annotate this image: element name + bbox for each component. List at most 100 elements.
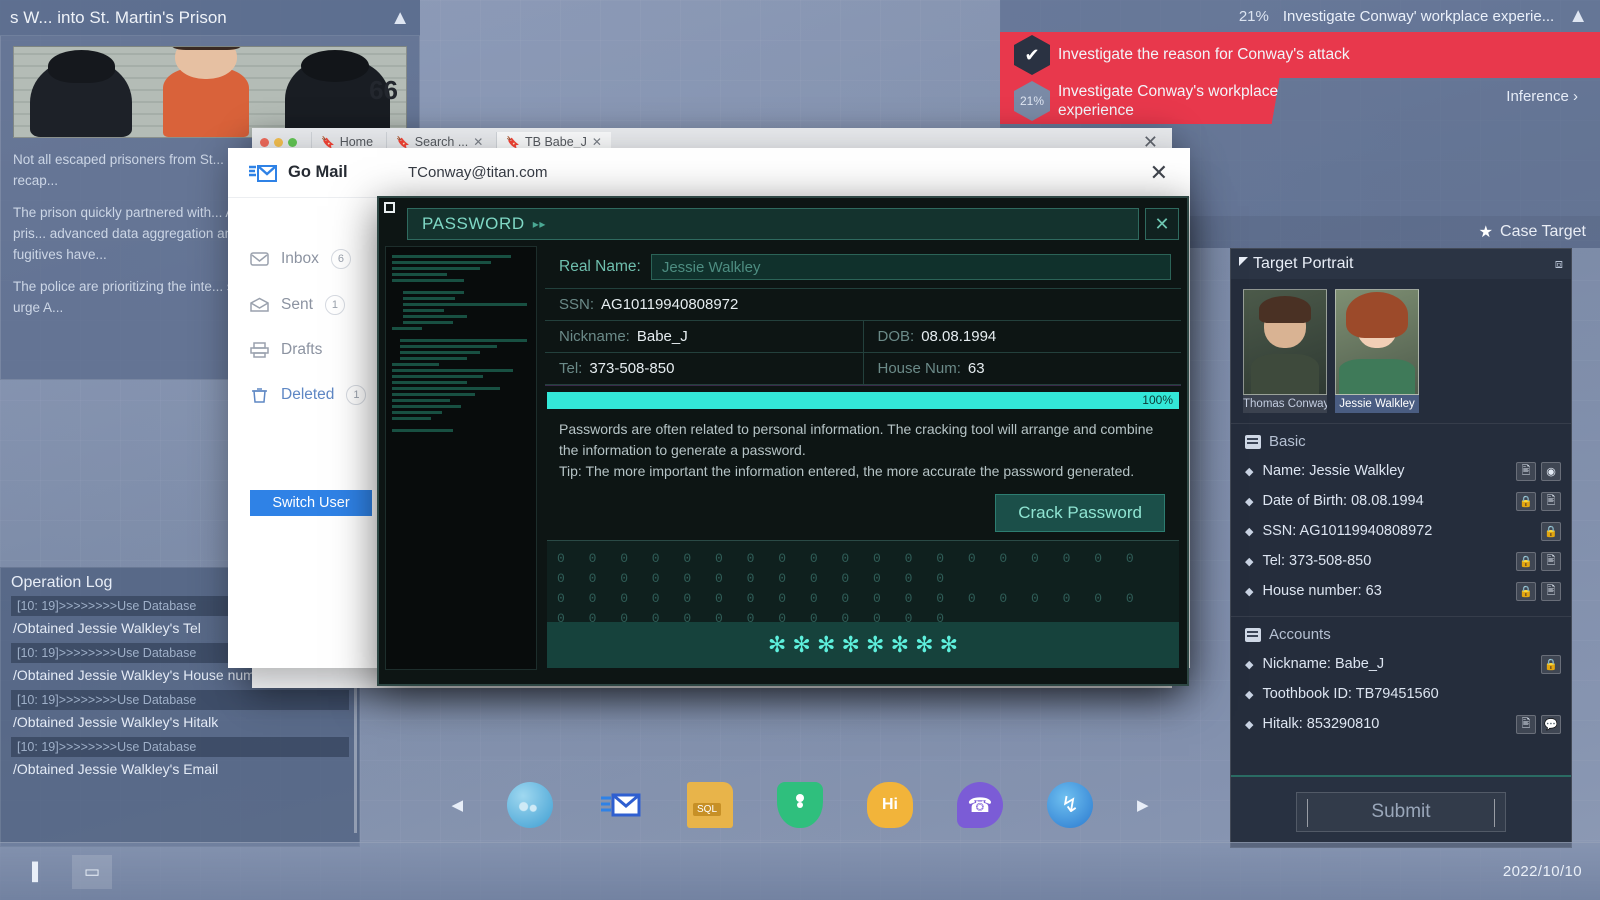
portrait-thomas-conway[interactable]: Thomas Conway	[1243, 289, 1327, 413]
sidebar-item-sent[interactable]: Sent 1	[228, 282, 380, 328]
maximize-dot-icon[interactable]	[288, 137, 297, 147]
trash-icon	[250, 387, 269, 403]
chevron-up-icon[interactable]: ▲	[1568, 6, 1588, 26]
binary-row: 0 0 0 0 0 0 0 0 0 0 0 0 0 0 0 0 0 0 0 0 …	[557, 551, 1142, 587]
lock-icon[interactable]: 🔒	[1541, 521, 1561, 541]
field-value: 373-508-850	[589, 360, 675, 377]
unread-count-badge: 6	[330, 249, 351, 269]
shield-key-icon[interactable]	[777, 782, 823, 828]
window-controls[interactable]	[260, 137, 297, 147]
sidebar-item-drafts[interactable]: Drafts	[228, 328, 380, 372]
bullet-icon: ◆	[1245, 718, 1254, 731]
close-icon[interactable]: ✕	[592, 135, 602, 149]
field-key: Tel:	[559, 360, 583, 377]
doc-icon[interactable]: 🖹	[1516, 714, 1536, 734]
taskbar-items: ▌ ▭	[18, 854, 112, 889]
info-row-house-number[interactable]: ◆ House number: 63 🔒 🖹	[1231, 576, 1571, 606]
chat-icon[interactable]: 💬	[1541, 714, 1561, 734]
quest-item-label: Investigate the reason for Conway's atta…	[1058, 46, 1350, 64]
section-header: Accounts	[1231, 624, 1571, 649]
mail-icon[interactable]	[597, 782, 643, 828]
page-title: Target Portrait	[1253, 255, 1354, 272]
list-item: [10: 19]>>>>>>>>Use Database /Obtained J…	[11, 690, 349, 732]
doc-icon[interactable]: 🖹	[1516, 461, 1536, 481]
close-icon[interactable]: ✕	[473, 135, 483, 149]
field-value: AG10119940808972	[601, 296, 739, 313]
section-header: Basic	[1231, 431, 1571, 456]
gomail-logo-icon	[248, 162, 278, 184]
progress-fill	[547, 392, 1179, 409]
chevron-up-icon[interactable]: ▲	[390, 8, 410, 28]
crack-password-button[interactable]: Crack Password	[995, 494, 1165, 532]
info-row-hitalk[interactable]: ◆ Hitalk: 853290810 🖹 💬	[1231, 709, 1571, 739]
info-value: Name: Jessie Walkley	[1262, 463, 1405, 479]
count-badge: 1	[324, 295, 345, 315]
bullet-icon: ◆	[1245, 688, 1254, 701]
field-nickname[interactable]: Nickname: Babe_J	[545, 321, 863, 352]
field-tel[interactable]: Tel: 373-508-850	[545, 353, 863, 384]
password-tool-form: Real Name: Jessie Walkley SSN: AG1011994…	[545, 246, 1181, 670]
doc-icon[interactable]: 🖹	[1541, 551, 1561, 571]
info-row-nickname[interactable]: ◆ Nickname: Babe_J 🔒	[1231, 649, 1571, 679]
section-accounts: Accounts ◆ Nickname: Babe_J 🔒 ◆ Toothboo…	[1231, 616, 1571, 739]
tab-label: TB Babe_J	[525, 135, 587, 149]
info-value: Nickname: Babe_J	[1262, 656, 1385, 672]
password-result-field[interactable]: ✻ ✻ ✻ ✻ ✻ ✻ ✻ ✻	[547, 622, 1179, 668]
phone-icon[interactable]: ☎	[957, 782, 1003, 828]
quest-item-label: Investigate Conway's workplace experienc…	[1058, 82, 1279, 119]
info-row-name[interactable]: ◆ Name: Jessie Walkley 🖹 ◉	[1231, 456, 1571, 486]
expand-icon[interactable]: ⧈	[1555, 256, 1563, 272]
taskbar: ▌ ▭ 2022/10/10	[0, 842, 1600, 900]
portrait-jessie-walkley[interactable]: Jessie Walkley	[1335, 289, 1419, 413]
lock-icon[interactable]: 🔒	[1516, 551, 1536, 571]
portrait-name: Jessie Walkley	[1335, 395, 1419, 413]
count-badge: 1	[346, 385, 367, 405]
id-card-icon	[1245, 434, 1261, 449]
field-key: SSN:	[559, 296, 595, 313]
doc-icon[interactable]: 🖹	[1541, 491, 1561, 511]
info-row-dob[interactable]: ◆ Date of Birth: 08.08.1994 🔒 🖹	[1231, 486, 1571, 516]
info-row-toothbook-id[interactable]: ◆ Toothbook ID: TB79451560	[1231, 679, 1571, 709]
info-value: SSN: AG10119940808972	[1262, 523, 1433, 539]
sent-icon	[250, 297, 269, 313]
info-row-ssn[interactable]: ◆ SSN: AG10119940808972 🔒	[1231, 516, 1571, 546]
close-icon[interactable]: ✕	[1145, 208, 1179, 240]
lock-icon[interactable]: 🔒	[1541, 654, 1561, 674]
bullet-icon: ◆	[1245, 465, 1254, 478]
target-portrait-card: Target Portrait ⧈ Thomas Conway Jessie W…	[1230, 248, 1572, 848]
title-text: PASSWORD	[422, 214, 525, 233]
quest-item-completed[interactable]: ✔ Investigate the reason for Conway's at…	[1000, 32, 1600, 78]
real-name-input[interactable]: Jessie Walkley	[650, 254, 1171, 280]
minimize-dot-icon[interactable]	[274, 137, 283, 147]
dock-prev-arrow-icon[interactable]: ◀	[451, 796, 463, 814]
close-icon[interactable]: ✕	[1150, 160, 1190, 186]
lock-icon[interactable]: 🔒	[1516, 491, 1536, 511]
close-dot-icon[interactable]	[260, 137, 269, 147]
switch-user-button[interactable]: Switch User	[250, 490, 372, 516]
field-ssn[interactable]: SSN: AG10119940808972	[545, 289, 1181, 320]
sidebar-item-label: Sent	[281, 296, 313, 313]
start-icon[interactable]: ▌	[18, 855, 58, 889]
terminal-icon[interactable]: ▭	[72, 854, 112, 889]
info-row-tel[interactable]: ◆ Tel: 373-508-850 🔒 🖹	[1231, 546, 1571, 576]
lock-icon[interactable]: 🔒	[1516, 581, 1536, 601]
doc-icon[interactable]: 🖹	[1541, 581, 1561, 601]
log-timestamp: [10: 19]>>>>>>>>Use Database	[11, 737, 349, 757]
field-dob[interactable]: DOB: 08.08.1994	[862, 321, 1182, 352]
table-row: Nickname: Babe_J DOB: 08.08.1994	[545, 321, 1181, 353]
hook-icon[interactable]: ↯	[1047, 782, 1093, 828]
dock-next-arrow-icon[interactable]: ▶	[1137, 796, 1149, 814]
browser-icon[interactable]	[507, 782, 553, 828]
field-house-num[interactable]: House Num: 63	[862, 353, 1182, 384]
hi-chat-icon[interactable]: Hi	[867, 782, 913, 828]
binary-grid: 0 0 0 0 0 0 0 0 0 0 0 0 0 0 0 0 0 0 0 0 …	[547, 540, 1179, 622]
window-corner-handle[interactable]	[384, 202, 395, 213]
sql-file-icon[interactable]	[687, 782, 733, 828]
inference-link[interactable]: Inference ›	[1506, 88, 1578, 105]
sidebar-item-inbox[interactable]: Inbox 6	[228, 236, 380, 282]
quest-strip: 21% Investigate Conway' workplace experi…	[1000, 0, 1600, 32]
app-dock: ◀ Hi ☎ ↯ ▶	[0, 768, 1600, 842]
sidebar-item-deleted[interactable]: Deleted 1	[228, 372, 380, 418]
mail-brand: Go Mail	[228, 162, 380, 184]
globe-icon[interactable]: ◉	[1541, 461, 1561, 481]
